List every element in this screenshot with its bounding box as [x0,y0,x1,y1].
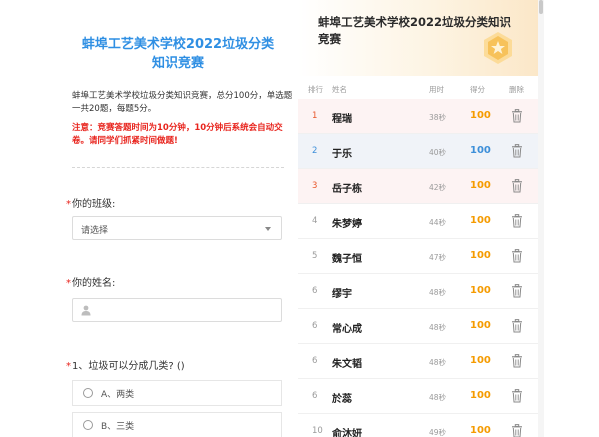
class-select[interactable]: 请选择 [72,216,282,240]
name-label-text: 你的姓名: [72,278,116,289]
time-used: 48秒 [429,288,447,297]
rank-number: 5 [312,251,318,261]
q1-option-b[interactable]: B、三类 [72,412,282,437]
ranking-row: 6 朱文韬 48秒 100 [298,344,538,379]
participant-name: 朱文韬 [332,359,362,370]
class-label-text: 你的班级: [72,199,116,210]
form-notice: 注意：竞赛答题时间为10分钟，10分钟后系统会自动交卷。请同学们抓紧时间做题! [72,123,283,146]
chevron-down-icon [265,227,271,231]
divider [72,167,284,168]
rank-number: 3 [312,181,318,191]
rank-number: 6 [312,321,318,331]
score-value: 100 [470,145,491,156]
star-medal-icon [484,32,512,64]
trash-icon[interactable] [511,143,523,158]
scrollbar-thumb[interactable] [539,0,543,14]
score-value: 100 [470,180,491,191]
ranking-header: 蚌埠工艺美术学校2022垃圾分类知识竞赛 [298,0,538,76]
app-root: 蚌埠工艺美术学校2022垃圾分类知识竞赛 蚌埠工艺美术学校垃圾分类知识竞赛，总分… [0,0,599,437]
score-value: 100 [470,285,491,296]
ranking-row: 2 于乐 40秒 100 [298,134,538,169]
participant-name: 常心成 [332,324,362,335]
participant-name: 於蕊 [332,394,352,405]
rank-number: 10 [312,426,323,436]
participant-name: 程瑞 [332,114,352,125]
name-input[interactable] [72,298,282,322]
required-mark: * [66,361,71,372]
trash-icon[interactable] [511,388,523,403]
rank-number: 6 [312,391,318,401]
q1-option-a[interactable]: A、两类 [72,380,282,406]
trash-icon[interactable] [511,108,523,123]
col-time-header: 用时 [429,85,444,94]
time-used: 49秒 [429,428,447,437]
form-title: 蚌埠工艺美术学校2022垃圾分类知识竞赛 [81,37,275,71]
ranking-row: 3 岳子栋 42秒 100 [298,169,538,204]
score-value: 100 [470,250,491,261]
radio-button-icon[interactable] [83,420,93,430]
rank-number: 1 [312,111,318,121]
trash-icon[interactable] [511,213,523,228]
score-value: 100 [470,110,491,121]
question-1-text: 1、垃圾可以分成几类? () [72,361,185,372]
required-mark: * [66,199,71,210]
radio-button-icon[interactable] [83,388,93,398]
trash-icon[interactable] [511,353,523,368]
score-value: 100 [470,390,491,401]
trash-icon[interactable] [511,178,523,193]
col-name-header: 姓名 [332,85,347,94]
trash-icon[interactable] [511,423,523,437]
rank-number: 2 [312,146,318,156]
participant-name: 于乐 [332,149,352,160]
quiz-form-panel: 蚌埠工艺美术学校2022垃圾分类知识竞赛 蚌埠工艺美术学校垃圾分类知识竞赛，总分… [58,0,296,437]
participant-name: 魏子恒 [332,254,362,265]
form-description: 蚌埠工艺美术学校垃圾分类知识竞赛，总分100分，单选题一共20题，每题5分。 [72,91,293,114]
person-icon [81,305,91,316]
trash-icon[interactable] [511,318,523,333]
trash-icon[interactable] [511,283,523,298]
scrollbar[interactable] [538,0,544,437]
time-used: 40秒 [429,148,447,157]
ranking-row: 10 俞沐妍 49秒 100 [298,414,538,437]
class-field-label: *你的班级: [66,195,115,210]
participant-name: 岳子栋 [332,184,362,195]
ranking-row: 6 常心成 48秒 100 [298,309,538,344]
ranking-row: 6 於蕊 48秒 100 [298,379,538,414]
score-value: 100 [470,320,491,331]
time-used: 48秒 [429,323,447,332]
class-select-value: 请选择 [81,226,109,236]
q1-option-a-text: A、两类 [101,390,135,400]
time-used: 44秒 [429,218,447,227]
score-value: 100 [470,355,491,366]
ranking-row: 6 缪宇 48秒 100 [298,274,538,309]
trash-icon[interactable] [511,248,523,263]
question-1-label: *1、垃圾可以分成几类? () [66,357,185,372]
required-mark: * [66,278,71,289]
rank-number: 4 [312,216,318,226]
q1-option-b-text: B、三类 [101,422,135,432]
rank-number: 6 [312,286,318,296]
time-used: 42秒 [429,183,447,192]
time-used: 48秒 [429,393,447,402]
col-score-header: 得分 [470,85,485,94]
score-value: 100 [470,425,491,436]
col-rank-header: 排行 [308,85,323,94]
time-used: 38秒 [429,113,447,122]
participant-name: 缪宇 [332,289,352,300]
participant-name: 朱梦婷 [332,219,362,230]
time-used: 47秒 [429,253,447,262]
ranking-row: 1 程瑞 38秒 100 [298,99,538,134]
time-used: 48秒 [429,358,447,367]
name-field-label: *你的姓名: [66,274,115,289]
ranking-panel: 蚌埠工艺美术学校2022垃圾分类知识竞赛 排行 姓名 用时 得分 删除 1 程瑞… [298,0,538,437]
col-delete-header: 删除 [509,85,524,94]
ranking-row: 5 魏子恒 47秒 100 [298,239,538,274]
score-value: 100 [470,215,491,226]
rank-number: 6 [312,356,318,366]
ranking-row: 4 朱梦婷 44秒 100 [298,204,538,239]
participant-name: 俞沐妍 [332,429,362,437]
